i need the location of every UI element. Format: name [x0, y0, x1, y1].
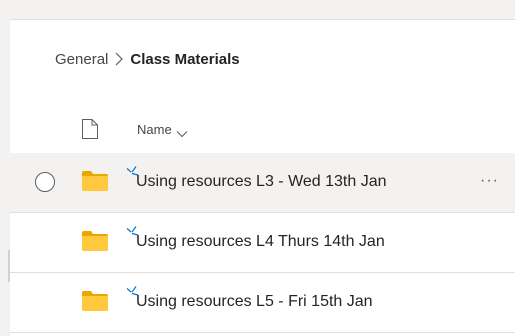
column-header-name[interactable]: Name	[137, 122, 188, 137]
file-icon[interactable]	[81, 118, 99, 140]
folder-name[interactable]: Using resources L5 - Fri 15th Jan	[136, 293, 373, 311]
folder-name[interactable]: Using resources L4 Thurs 14th Jan	[136, 233, 385, 251]
row-select-checkbox[interactable]	[35, 172, 55, 192]
chevron-down-icon	[176, 126, 188, 137]
list-item[interactable]: Using resources L5 - Fri 15th Jan	[10, 273, 515, 333]
list-item[interactable]: Using resources L4 Thurs 14th Jan	[10, 213, 515, 273]
column-name-label: Name	[137, 122, 172, 137]
left-edge	[0, 19, 10, 336]
folder-icon	[82, 291, 108, 311]
more-actions-icon[interactable]: ···	[480, 173, 499, 189]
files-page: General Class Materials Name Using resou…	[0, 0, 515, 336]
breadcrumb-general-link[interactable]: General	[55, 51, 108, 68]
top-bar	[0, 0, 515, 20]
folder-icon	[82, 231, 108, 251]
list-item[interactable]: Using resources L3 - Wed 13th Jan ···	[10, 153, 515, 213]
folder-name[interactable]: Using resources L3 - Wed 13th Jan	[136, 173, 387, 191]
chevron-right-icon	[108, 52, 130, 66]
folder-icon	[82, 171, 108, 191]
breadcrumb: General Class Materials	[55, 47, 240, 71]
list-header: Name	[10, 112, 515, 152]
breadcrumb-current-folder: Class Materials	[130, 50, 240, 68]
